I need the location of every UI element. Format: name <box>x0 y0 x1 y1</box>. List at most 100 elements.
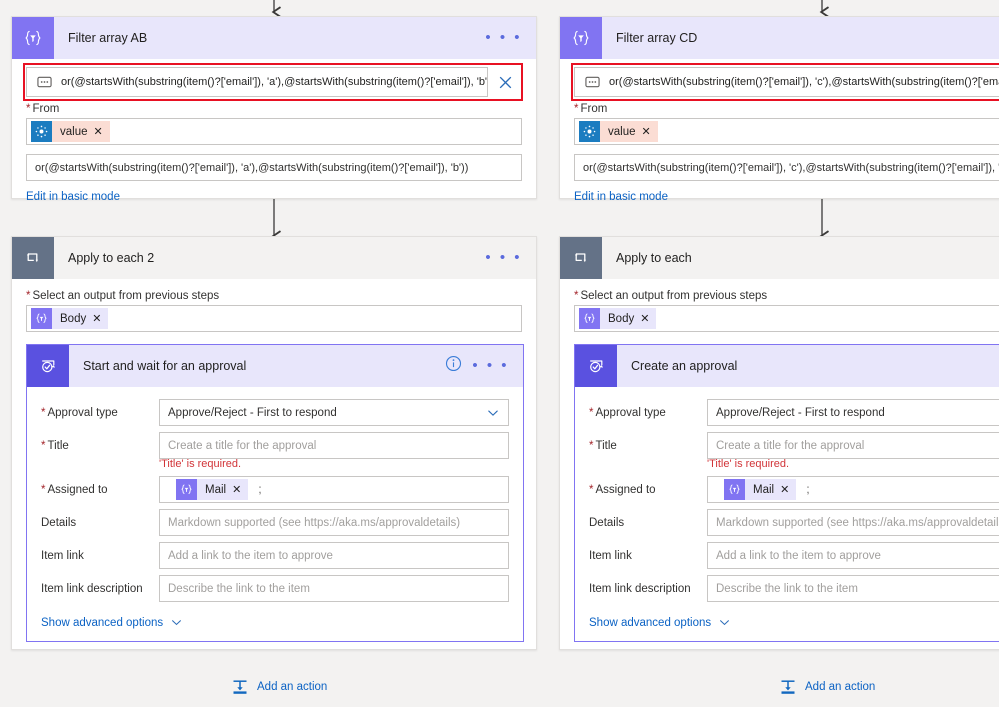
field-label-title: * Title <box>41 440 159 452</box>
label-text: Title <box>595 439 617 452</box>
form-row-assigned-to: * Assigned to Mail ✕ ; <box>589 476 999 503</box>
token-body[interactable]: Body ✕ <box>579 308 657 329</box>
remove-token-button[interactable]: ✕ <box>232 483 248 496</box>
field-label-item-link: Item link <box>41 549 84 562</box>
add-an-action-right[interactable]: Add an action <box>779 678 875 696</box>
title-input[interactable]: Create a title for the approval <box>707 432 999 459</box>
expression-input[interactable]: or(@startsWith(substring(item()?['email'… <box>26 67 488 97</box>
output-token-field[interactable]: Body ✕ <box>574 305 999 332</box>
filter-array-icon <box>12 17 54 59</box>
remove-token-button[interactable]: ✕ <box>640 312 656 325</box>
form-row-approval-type: * Approval type Approve/Reject - First to… <box>589 399 999 426</box>
item-link-description-input[interactable]: Describe the link to the item <box>159 575 509 602</box>
item-link-description-input[interactable]: Describe the link to the item <box>707 575 999 602</box>
approval-type-value: Approve/Reject - First to respond <box>168 406 337 419</box>
expression-row: or(@startsWith(substring(item()?['email'… <box>23 63 523 101</box>
approval-type-select[interactable]: Approve/Reject - First to respond <box>159 399 509 426</box>
output-label-row: * Select an output from previous steps <box>26 290 522 302</box>
token-label: Body <box>60 312 87 325</box>
sharepoint-value-icon <box>579 121 600 142</box>
form-row-item-link-description: Item link description Describe the link … <box>589 575 999 602</box>
apply-to-each-card-right[interactable]: Apply to each * Select an output from pre… <box>559 236 999 650</box>
filter-array-card-left[interactable]: Filter array AB • • • or(@startsWith(sub… <box>11 16 537 203</box>
overflow-menu-button[interactable]: • • • <box>472 358 509 373</box>
token-body[interactable]: Body ✕ <box>31 308 109 329</box>
card-header: Create an approval <box>575 345 999 387</box>
form-row-item-link: Item link Add a link to the item to appr… <box>41 542 509 569</box>
filter-array-icon <box>560 17 602 59</box>
output-token-field[interactable]: Body ✕ <box>26 305 522 332</box>
card-title: Filter array CD <box>616 31 698 45</box>
edit-in-basic-mode-link[interactable]: Edit in basic mode <box>574 191 999 203</box>
item-link-placeholder: Add a link to the item to approve <box>168 549 333 562</box>
details-input[interactable]: Markdown supported (see https://aka.ms/a… <box>707 509 999 536</box>
assigned-to-field[interactable]: Mail ✕ ; <box>707 476 999 503</box>
required-indicator: * <box>574 103 579 115</box>
approvals-icon <box>27 345 69 387</box>
card-title: Apply to each 2 <box>68 251 155 265</box>
title-placeholder: Create a title for the approval <box>716 439 865 452</box>
token-mail[interactable]: Mail ✕ <box>176 479 249 500</box>
title-placeholder: Create a title for the approval <box>168 439 317 452</box>
form-row-item-link: Item link Add a link to the item to appr… <box>589 542 999 569</box>
add-action-label: Add an action <box>805 681 876 693</box>
approvals-icon <box>575 345 617 387</box>
details-placeholder: Markdown supported (see https://aka.ms/a… <box>716 516 999 529</box>
title-error-message: 'Title' is required. <box>707 458 790 470</box>
add-an-action-left[interactable]: Add an action <box>231 678 327 696</box>
approval-card-left[interactable]: Start and wait for an approval • • • * A… <box>26 344 524 642</box>
sharepoint-value-icon <box>31 121 52 142</box>
chevron-down-icon[interactable] <box>170 616 183 629</box>
remove-token-button[interactable]: ✕ <box>92 312 108 325</box>
remove-token-button[interactable]: ✕ <box>780 483 796 496</box>
filter-array-card-right[interactable]: Filter array CD or(@startsWith(substring… <box>559 16 999 203</box>
apply-to-each-icon <box>12 237 54 279</box>
show-advanced-options-link[interactable]: Show advanced options <box>41 617 163 629</box>
token-value[interactable]: value ✕ <box>579 121 658 142</box>
apply-to-each-card-left[interactable]: Apply to each 2 • • • * Select an output … <box>11 236 537 650</box>
form-row-item-link-description: Item link description Describe the link … <box>41 575 509 602</box>
edit-in-basic-mode-link[interactable]: Edit in basic mode <box>26 191 522 203</box>
approval-type-select[interactable]: Approve/Reject - First to respond <box>707 399 999 426</box>
details-input[interactable]: Markdown supported (see https://aka.ms/a… <box>159 509 509 536</box>
info-icon[interactable] <box>445 355 462 377</box>
condition-input[interactable]: or(@startsWith(substring(item()?['email'… <box>574 154 999 181</box>
token-label: value <box>608 125 636 138</box>
token-label: Body <box>608 312 635 325</box>
card-header: Apply to each <box>560 237 999 279</box>
overflow-menu-button[interactable]: • • • <box>485 250 522 265</box>
chevron-down-icon[interactable] <box>718 616 731 629</box>
output-label: Select an output from previous steps <box>32 290 220 302</box>
show-advanced-options-link[interactable]: Show advanced options <box>589 617 711 629</box>
item-link-input[interactable]: Add a link to the item to approve <box>707 542 999 569</box>
from-token-field[interactable]: value ✕ <box>574 118 999 145</box>
condition-input[interactable]: or(@startsWith(substring(item()?['email'… <box>26 154 522 181</box>
token-label: Mail <box>753 483 775 496</box>
card-title: Create an approval <box>631 359 738 373</box>
expression-input[interactable]: or(@startsWith(substring(item()?['email'… <box>574 67 999 97</box>
item-link-input[interactable]: Add a link to the item to approve <box>159 542 509 569</box>
token-value[interactable]: value ✕ <box>31 121 110 142</box>
label-text: Approval type <box>595 406 666 419</box>
title-input[interactable]: Create a title for the approval <box>159 432 509 459</box>
chevron-down-icon[interactable] <box>478 406 500 420</box>
label-text: Approval type <box>47 406 118 419</box>
token-mail[interactable]: Mail ✕ <box>724 479 797 500</box>
from-label: From <box>580 103 608 115</box>
approval-card-right[interactable]: Create an approval * Approval type Approv… <box>574 344 999 642</box>
card-title: Start and wait for an approval <box>83 359 247 373</box>
field-label-approval-type: * Approval type <box>41 407 159 419</box>
required-indicator: * <box>589 439 594 452</box>
overflow-menu-button[interactable]: • • • <box>485 30 522 45</box>
remove-token-button[interactable]: ✕ <box>642 125 658 138</box>
from-label: From <box>32 103 60 115</box>
assigned-to-field[interactable]: Mail ✕ ; <box>159 476 509 503</box>
remove-token-button[interactable]: ✕ <box>94 125 110 138</box>
output-label-row: * Select an output from previous steps <box>574 290 999 302</box>
output-label: Select an output from previous steps <box>580 290 768 302</box>
from-token-field[interactable]: value ✕ <box>26 118 522 145</box>
expression-body-icon <box>31 308 52 329</box>
expression-icon <box>585 75 600 90</box>
form-row-assigned-to: * Assigned to Mail ✕ ; <box>41 476 509 503</box>
clear-expression-button[interactable] <box>488 74 522 91</box>
